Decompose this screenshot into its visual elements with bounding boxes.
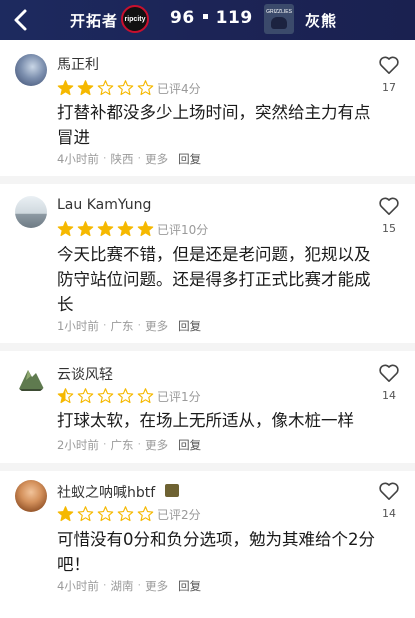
star-icon <box>117 387 134 408</box>
rating-stars <box>57 387 154 408</box>
like-count: 14 <box>382 507 396 520</box>
more-link[interactable]: 更多 <box>145 151 168 167</box>
home-logo-text: ripcity <box>124 15 146 23</box>
star-icon <box>77 79 94 100</box>
star-icon <box>57 505 74 526</box>
comment-meta: 1小时前 · 广东 · 更多 回复 <box>57 318 202 334</box>
home-team-logo: ripcity <box>121 5 149 33</box>
home-score: 96 <box>170 8 195 28</box>
reply-button[interactable]: 回复 <box>178 578 201 594</box>
reply-button[interactable]: 回复 <box>178 437 201 453</box>
more-link[interactable]: 更多 <box>145 437 168 453</box>
comment-time: 2小时前 <box>57 438 99 452</box>
star-icon <box>117 79 134 100</box>
rating-stars <box>57 220 154 241</box>
username[interactable]: 馬正利 <box>57 54 99 74</box>
like-button[interactable]: 17 <box>374 55 404 94</box>
username[interactable]: 云谈风轻 <box>57 364 113 384</box>
chevron-left-icon <box>14 9 27 31</box>
star-icon <box>97 79 114 100</box>
reply-button[interactable]: 回复 <box>178 151 201 167</box>
star-icon <box>57 387 74 408</box>
username[interactable]: 社蚁之呐喊hbtf <box>57 482 155 502</box>
like-count: 17 <box>382 81 396 94</box>
comment-time: 4小时前 <box>57 579 99 593</box>
star-icon <box>137 387 154 408</box>
avatar[interactable] <box>15 480 47 512</box>
reply-button[interactable]: 回复 <box>178 318 201 334</box>
mountain-icon <box>17 370 45 391</box>
avatar[interactable] <box>15 54 47 86</box>
star-icon <box>77 387 94 408</box>
comment-location: 广东 <box>110 319 134 333</box>
like-count: 14 <box>382 389 396 402</box>
star-icon <box>97 220 114 241</box>
comment-text: 打球太软，在场上无所适从，像木桩一样 <box>57 411 354 430</box>
star-icon <box>137 505 154 526</box>
comment-location: 湖南 <box>110 579 134 593</box>
comment-meta: 2小时前 · 广东 · 更多 回复 <box>57 437 202 453</box>
comment-location: 广东 <box>110 438 134 452</box>
away-team-logo: GRIZZLIES <box>264 4 294 34</box>
bear-icon <box>271 17 287 29</box>
comment-text: 打替补都没多少上场时间，突然给主力有点冒进 <box>57 103 371 147</box>
star-icon <box>57 220 74 241</box>
heart-outline-icon <box>379 482 399 500</box>
user-badge-icon <box>165 484 179 497</box>
like-count: 15 <box>382 222 396 235</box>
rated-label: 已评10分 <box>157 223 209 237</box>
divider <box>0 343 415 351</box>
comment-meta: 4小时前 · 陕西 · 更多 回复 <box>57 151 202 167</box>
comment-meta: 4小时前 · 湖南 · 更多 回复 <box>57 578 202 594</box>
comment-text: 可惜没有0分和负分选项，勉为其难给个2分吧！ <box>57 530 375 574</box>
more-link[interactable]: 更多 <box>145 318 168 334</box>
star-icon <box>97 387 114 408</box>
star-icon <box>77 220 94 241</box>
rated-label: 已评4分 <box>157 82 201 96</box>
rating-stars <box>57 505 154 526</box>
rated-label: 已评1分 <box>157 390 201 404</box>
star-icon <box>117 220 134 241</box>
rated-label: 已评2分 <box>157 508 201 522</box>
rating-stars <box>57 79 154 100</box>
star-icon <box>77 505 94 526</box>
back-button[interactable] <box>10 6 32 34</box>
avatar[interactable] <box>15 196 47 228</box>
scoreboard: 96 119 <box>170 8 253 28</box>
like-button[interactable]: 15 <box>374 196 404 235</box>
score-separator <box>202 14 208 19</box>
star-icon <box>137 79 154 100</box>
like-button[interactable]: 14 <box>374 481 404 520</box>
comment-text: 今天比赛不错，但是还是老问题，犯规以及防守站位问题。还是得多打正式比赛才能成长 <box>57 245 371 314</box>
away-team-name: 灰熊 <box>305 12 338 30</box>
divider <box>0 176 415 184</box>
star-icon <box>97 505 114 526</box>
comment-time: 1小时前 <box>57 319 99 333</box>
heart-outline-icon <box>379 56 399 74</box>
heart-outline-icon <box>379 364 399 382</box>
away-logo-text: GRIZZLIES <box>266 9 292 15</box>
star-icon <box>57 79 74 100</box>
star-icon <box>117 505 134 526</box>
home-team-name: 开拓者 <box>70 12 119 30</box>
avatar[interactable] <box>15 362 47 394</box>
star-icon <box>137 220 154 241</box>
divider <box>0 463 415 471</box>
heart-outline-icon <box>379 197 399 215</box>
game-header: 开拓者 ripcity 96 119 GRIZZLIES 灰熊 <box>0 0 415 40</box>
comment-location: 陕西 <box>110 152 134 166</box>
comment-time: 4小时前 <box>57 152 99 166</box>
away-score: 119 <box>215 8 253 28</box>
more-link[interactable]: 更多 <box>145 578 168 594</box>
username[interactable]: Lau KamYung <box>57 197 151 213</box>
like-button[interactable]: 14 <box>374 363 404 402</box>
